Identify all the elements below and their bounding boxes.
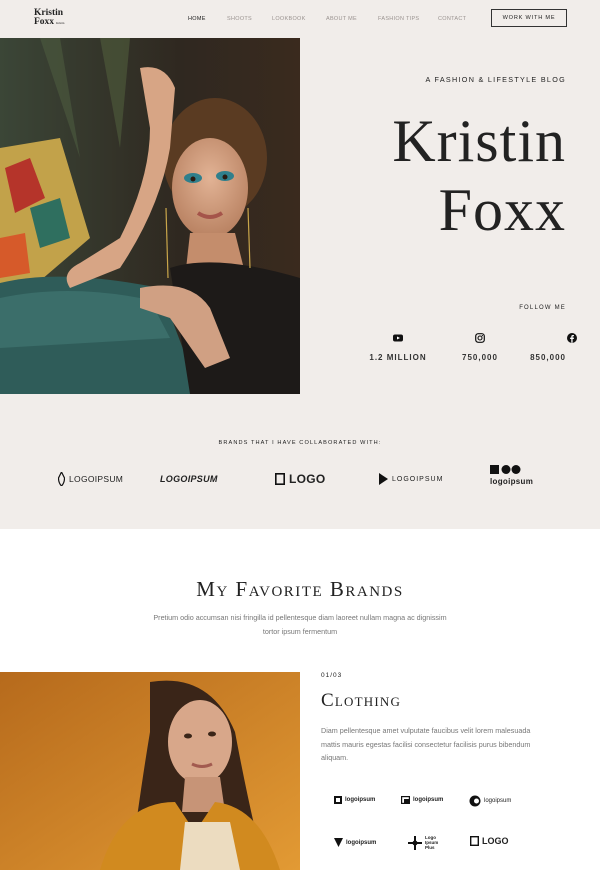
blog-tagline: A FASHION & LIFESTYLE BLOG: [425, 75, 566, 84]
collab-title: BRANDS THAT I HAVE COLLABORATED WITH:: [218, 440, 382, 446]
hero-portrait-image: [0, 38, 300, 394]
brand-logo-1[interactable]: LOGOIPSUM: [58, 468, 123, 490]
brand-5-icon: [490, 465, 521, 474]
mini-brand-3[interactable]: logoipsum: [469, 795, 511, 807]
nav-fashion-tips[interactable]: FASHION TIPS: [378, 16, 419, 22]
social-youtube[interactable]: 1.2 MILLION: [358, 333, 438, 362]
brand-4-label: LOGOIPSUM: [392, 475, 444, 483]
mini-brand-3-label: logoipsum: [484, 798, 512, 804]
mini-brand-1[interactable]: logoipsum: [334, 796, 375, 804]
mini-brand-4-label: logoipsum: [346, 839, 377, 846]
brand-logo-4[interactable]: LOGOIPSUM: [379, 468, 443, 490]
site-header: Kristin Foxx Kristin HOME SHOOTS LOOKBOOK…: [0, 0, 600, 38]
facebook-count: 850,000: [530, 353, 566, 362]
mini-brand-5-label: Logo Ipsum Plus: [425, 835, 439, 850]
brand-logo-5[interactable]: logoipsum: [490, 465, 533, 487]
favorites-description: Pretium odio accumsan nisi fringilla id …: [153, 613, 447, 636]
brand-5-label: logoipsum: [490, 477, 534, 486]
clothing-portrait-illustration: [0, 672, 300, 870]
brand-1-label: LOGOIPSUM: [69, 474, 124, 484]
youtube-icon: [393, 334, 403, 342]
nav-home[interactable]: HOME: [188, 16, 206, 22]
brand-1-icon: [58, 472, 65, 486]
mini-brand-6[interactable]: LOGO: [470, 836, 509, 846]
mini-brand-3-icon: [469, 795, 481, 807]
hero-name-last: Foxx: [438, 177, 566, 243]
mini-brand-6-label: LOGO: [482, 836, 509, 846]
facebook-icon: [567, 333, 577, 343]
brand-3-icon: [275, 473, 285, 485]
mini-brand-1-label: logoipsum: [345, 797, 376, 803]
mini-brand-2-label: logoipsum: [413, 797, 444, 803]
nav-lookbook[interactable]: LOOKBOOK: [272, 16, 306, 22]
logo-tagline: Kristin: [56, 21, 65, 25]
mini-brand-4-icon: [334, 838, 343, 847]
logo-line-2: Foxx: [34, 17, 55, 27]
brand-4-icon: [379, 473, 388, 485]
mini-brand-2[interactable]: logoipsum: [401, 796, 443, 804]
hero-portrait-illustration: [0, 38, 300, 394]
category-title: Clothing: [321, 690, 402, 711]
hero-name-first: Kristin: [392, 108, 566, 174]
clothing-portrait-image: [0, 672, 300, 870]
mini-brand-1-icon: [334, 796, 342, 804]
youtube-count: 1.2 MILLION: [369, 353, 427, 362]
nav-shoots[interactable]: SHOOTS: [227, 16, 252, 22]
slide-counter: 01/03: [321, 672, 343, 679]
mini-brand-2-icon: [401, 796, 410, 804]
social-facebook[interactable]: 850,000: [507, 333, 587, 362]
brand-logo-2[interactable]: LOGOIPSUM: [160, 468, 218, 490]
category-description: Diam pellentesque amet vulputate faucibu…: [321, 726, 531, 762]
brand-logo-3[interactable]: LOGO: [275, 468, 326, 490]
work-with-me-button[interactable]: WORK WITH ME: [491, 9, 567, 27]
brand-3-label: LOGO: [289, 472, 326, 486]
mini-brand-5-icon: [408, 835, 422, 850]
follow-me-label: FOLLOW ME: [519, 305, 566, 311]
mini-brand-5[interactable]: Logo Ipsum Plus: [408, 835, 441, 850]
site-logo[interactable]: Kristin Foxx Kristin: [34, 8, 65, 28]
nav-about-me[interactable]: ABOUT ME: [326, 16, 357, 22]
mini-brand-6-icon: [470, 836, 479, 846]
favorites-title: My Favorite Brands: [196, 577, 404, 601]
instagram-icon: [475, 333, 485, 343]
nav-contact[interactable]: CONTACT: [438, 16, 466, 22]
mini-brand-4[interactable]: logoipsum: [334, 838, 376, 847]
brand-2-label: LOGOIPSUM: [160, 474, 218, 484]
